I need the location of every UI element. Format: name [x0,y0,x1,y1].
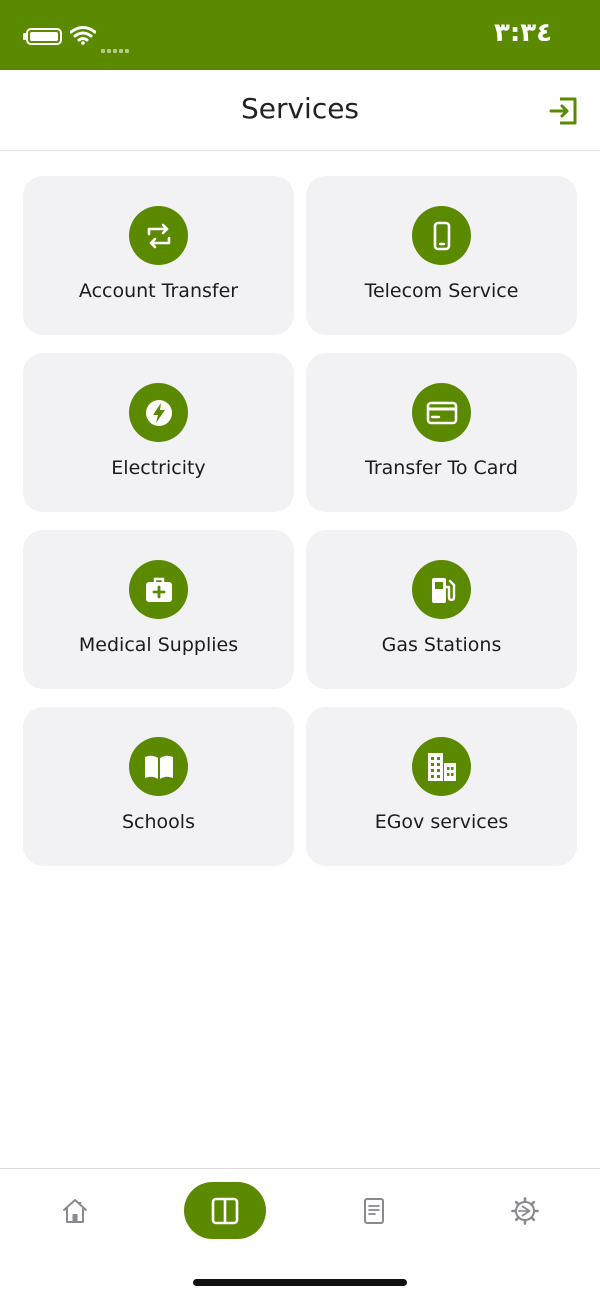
open-book-icon [129,737,188,796]
nav-bar: Services [0,70,600,151]
buildings-icon [412,737,471,796]
signal-dots-icon [101,38,131,57]
logout-icon[interactable] [548,95,580,127]
service-label: Gas Stations [381,634,502,656]
status-time: ٣:٣٤ [493,18,552,48]
service-label: Medical Supplies [78,634,239,656]
service-card-telecom[interactable]: Telecom Service [306,176,577,335]
fuel-pump-icon [412,560,471,619]
service-card-gas-stations[interactable]: Gas Stations [306,530,577,689]
service-card-account-transfer[interactable]: Account Transfer [23,176,294,335]
battery-icon [26,28,62,45]
service-label: Schools [122,811,195,833]
service-label: Account Transfer [78,280,239,302]
service-label: EGov services [374,811,509,833]
credit-card-icon [412,383,471,442]
tab-settings[interactable] [505,1191,545,1231]
tab-services[interactable] [184,1182,266,1239]
service-label: Transfer To Card [365,457,518,479]
services-grid-icon [211,1197,239,1224]
home-icon [63,1199,87,1223]
page-title: Services [240,92,360,125]
first-aid-kit-icon [129,560,188,619]
settings-gear-icon [511,1197,539,1225]
document-icon [364,1198,384,1224]
battery-tip [23,33,26,40]
services-grid: Account Transfer Telecom Service Electri… [23,176,577,866]
smartphone-icon [412,206,471,265]
service-card-egov[interactable]: EGov services [306,707,577,866]
wifi-icon [70,26,96,45]
transfer-arrows-icon [129,206,188,265]
tab-home[interactable] [55,1191,95,1231]
service-card-medical-supplies[interactable]: Medical Supplies [23,530,294,689]
home-indicator[interactable] [193,1279,407,1286]
lightning-bolt-icon [129,383,188,442]
status-bar: ٣:٣٤ [0,0,600,70]
service-card-schools[interactable]: Schools [23,707,294,866]
service-card-transfer-to-card[interactable]: Transfer To Card [306,353,577,512]
service-label: Electricity [111,457,206,479]
service-card-electricity[interactable]: Electricity [23,353,294,512]
tab-documents[interactable] [354,1191,394,1231]
service-label: Telecom Service [364,280,519,302]
